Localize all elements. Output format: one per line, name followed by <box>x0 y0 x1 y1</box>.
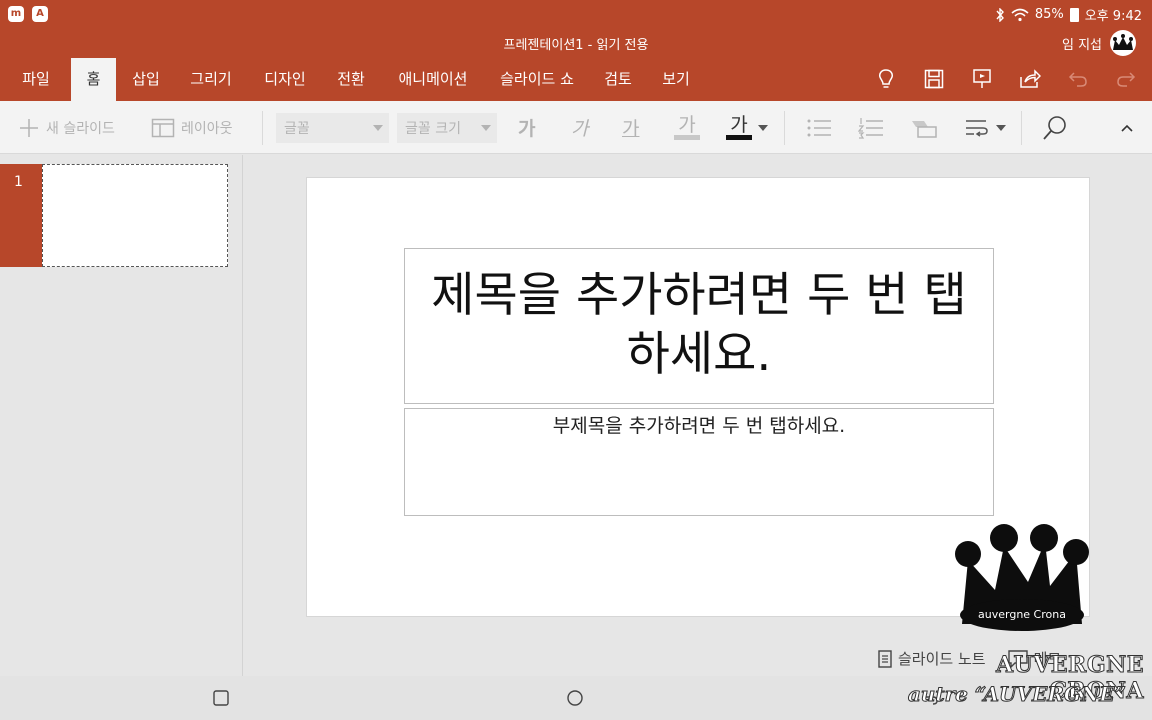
underline-glyph: 가 <box>622 118 640 140</box>
numbering-button[interactable] <box>858 101 884 154</box>
ribbon-tabs: 파일 홈 삽입 그리기 디자인 전환 애니메이션 슬라이드 쇼 검토 보기 <box>0 58 1152 101</box>
subtitle-placeholder[interactable]: 부제목을 추가하려면 두 번 탭하세요. <box>404 408 994 516</box>
wrap-text-icon <box>966 119 988 137</box>
recent-apps-icon <box>213 690 229 706</box>
share-icon[interactable] <box>1018 67 1042 91</box>
crown-avatar-icon <box>1113 34 1133 50</box>
search-icon <box>1043 115 1066 140</box>
chevron-down-icon <box>758 124 768 131</box>
tab-insert[interactable]: 삽입 <box>122 58 170 101</box>
wifi-icon <box>1011 8 1029 21</box>
avatar[interactable] <box>1110 30 1136 56</box>
font-size-dropdown[interactable]: 글꼴 크기 <box>397 113 497 143</box>
app-notification-icon: m <box>8 6 24 22</box>
font-color-bar <box>726 135 752 140</box>
crown-logo-text: auvergne Crona <box>978 608 1066 621</box>
tab-slideshow[interactable]: 슬라이드 쇼 <box>490 58 584 101</box>
font-color-glyph: 가 <box>730 114 748 136</box>
toolbar-divider <box>1021 111 1022 145</box>
shapes-button[interactable] <box>910 101 938 154</box>
redo-icon[interactable] <box>1114 67 1138 91</box>
present-icon[interactable] <box>970 67 994 91</box>
bold-button[interactable]: 가 <box>518 101 535 154</box>
toolbar-divider <box>262 111 263 145</box>
store-notification-icon: A <box>32 6 48 22</box>
chevron-down-icon <box>996 124 1006 131</box>
italic-button[interactable]: 가 <box>571 101 588 154</box>
battery-icon <box>1069 7 1079 22</box>
bluetooth-icon <box>996 7 1004 22</box>
slide-thumbnail[interactable] <box>42 164 228 267</box>
dropdown-arrow-icon <box>481 125 491 131</box>
watermark-line-2: autre “AUVERGNE” <box>907 682 1126 707</box>
title-placeholder[interactable]: 제목을 추가하려면 두 번 탭하세요. <box>404 248 994 404</box>
tab-animations[interactable]: 애니메이션 <box>386 58 480 101</box>
dropdown-arrow-icon <box>373 125 383 131</box>
user-name: 임 지섭 <box>1061 37 1102 53</box>
thumbnail-number: 1 <box>14 174 23 190</box>
layout-label: 레이아웃 <box>181 120 233 137</box>
home-toolbar: 새 슬라이드 레이아웃 글꼴 글꼴 크기 가 가 가 가 가 <box>0 101 1152 154</box>
battery-level: 85% <box>1034 7 1064 22</box>
bold-glyph: 가 <box>518 118 536 140</box>
font-color-button[interactable]: 가 <box>726 101 768 154</box>
tab-home[interactable]: 홈 <box>71 58 116 101</box>
title-bar: 프레젠테이션1 - 읽기 전용 임 지섭 <box>0 28 1152 58</box>
search-button[interactable] <box>1042 101 1068 154</box>
new-slide-button[interactable]: 새 슬라이드 <box>18 101 115 154</box>
save-icon[interactable] <box>922 67 946 91</box>
lightbulb-icon[interactable] <box>874 67 898 91</box>
highlight-glyph: 가 <box>678 114 696 136</box>
italic-glyph: 가 <box>571 118 589 140</box>
bullet-list-icon <box>807 119 831 136</box>
new-slide-label: 새 슬라이드 <box>46 120 115 137</box>
font-family-placeholder: 글꼴 <box>284 121 310 137</box>
tab-review[interactable]: 검토 <box>594 58 642 101</box>
highlight-button[interactable]: 가 <box>674 101 700 154</box>
plus-icon <box>20 118 38 137</box>
tab-design[interactable]: 디자인 <box>252 58 318 101</box>
slide-thumbnail-panel: 1 <box>0 155 243 676</box>
tab-draw[interactable]: 그리기 <box>180 58 242 101</box>
shapes-icon <box>912 120 937 138</box>
tab-view[interactable]: 보기 <box>652 58 700 101</box>
tab-file[interactable]: 파일 <box>8 58 64 101</box>
crown-logo: auvergne Crona <box>955 524 1089 631</box>
collapse-ribbon-button[interactable] <box>1120 101 1134 154</box>
clock: 오후 9:42 <box>1084 9 1142 24</box>
font-family-dropdown[interactable]: 글꼴 <box>276 113 389 143</box>
notes-icon <box>878 649 892 668</box>
document-title: 프레젠테이션1 - 읽기 전용 <box>503 38 649 53</box>
home-circle-icon <box>567 690 583 706</box>
recent-apps-button[interactable] <box>213 690 229 710</box>
status-bar: m A 85% 오후 9:42 <box>0 0 1152 28</box>
home-button[interactable] <box>567 690 583 710</box>
undo-icon[interactable] <box>1066 67 1090 91</box>
toolbar-divider <box>784 111 785 145</box>
bullets-button[interactable] <box>806 101 832 154</box>
chevron-up-icon <box>1121 124 1133 132</box>
layout-icon <box>151 118 175 137</box>
highlight-color-bar <box>674 135 700 140</box>
watermark: auvergne Crona AUVERGNE CRONA autre “AUV… <box>900 520 1152 720</box>
layout-button[interactable]: 레이아웃 <box>151 101 233 154</box>
numbered-list-icon <box>858 117 883 139</box>
account-button[interactable]: 임 지섭 <box>1062 30 1136 56</box>
arrange-button[interactable] <box>964 101 1006 154</box>
underline-button[interactable]: 가 <box>622 101 639 154</box>
tab-transitions[interactable]: 전환 <box>326 58 376 101</box>
font-size-placeholder: 글꼴 크기 <box>405 121 461 137</box>
